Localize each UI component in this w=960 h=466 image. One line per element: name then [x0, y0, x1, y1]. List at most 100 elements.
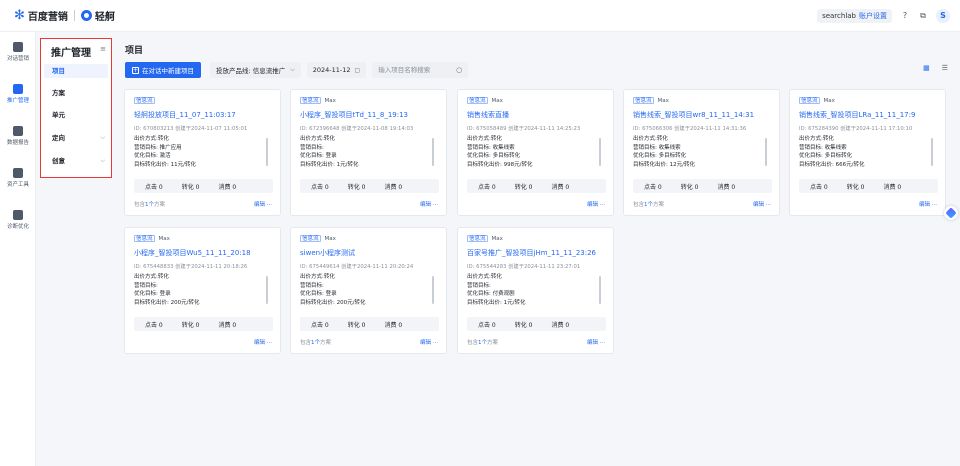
details-scrollbar[interactable] — [432, 276, 434, 304]
rail-item-data-report[interactable]: 数据报告 — [0, 126, 36, 146]
stat-cost: 消费 0 — [384, 321, 403, 329]
stat-clicks: 点击 0 — [810, 183, 828, 191]
project-title-link[interactable]: siwen小程序测试 — [300, 248, 355, 258]
details-scrollbar[interactable] — [765, 138, 767, 166]
card-tags: 信息流 Max — [633, 97, 669, 104]
optimization-goal: 优化目标: 多目标转化 — [467, 153, 521, 159]
avatar[interactable]: S — [936, 9, 950, 23]
rail-item-diagnosis[interactable]: 诊断优化 — [0, 210, 36, 230]
project-card[interactable]: 信息流 Max 小程序_智投项目tTd_11_8_19:13 ID: 67239… — [290, 89, 447, 216]
bid-method: 出价方式:转化 — [300, 136, 335, 142]
target-bid: 目标转化出价: 1元/转化 — [300, 161, 359, 168]
stat-clicks: 点击 0 — [311, 183, 329, 191]
feed-tag: 信息流 — [633, 97, 654, 104]
project-title-link[interactable]: 销售线索_智投项目wr8_11_11_14:31 — [633, 110, 754, 120]
chevron-down-icon: ⌵ — [100, 134, 105, 141]
list-view-icon[interactable]: ☰ — [942, 64, 948, 72]
shield-icon — [13, 210, 23, 220]
rail-item-asset-tools[interactable]: 资产工具 — [0, 168, 36, 188]
new-project-button[interactable]: + 在对话中新建项目 — [125, 62, 201, 78]
help-icon[interactable]: ? — [900, 11, 910, 21]
rail-item-chat-marketing[interactable]: 对话营销 — [0, 42, 36, 62]
search-icon[interactable]: ○ — [456, 66, 462, 74]
project-details: 出价方式:转化 营销目标: 收集线索 优化目标: 多目标转化 目标转化出价: 1… — [633, 135, 695, 169]
project-meta: ID: 672396648 创建于2024-11-08 19:14:03 — [300, 126, 414, 132]
subnav-item-project[interactable]: 项目 — [44, 64, 108, 78]
project-card[interactable]: 信息流 Max siwen小程序测试 ID: 675449614 创建于2024… — [290, 227, 447, 354]
edit-more-button[interactable]: 编辑 ··· — [919, 200, 937, 208]
plan-count-suffix: 方案 — [653, 202, 665, 208]
date-picker[interactable]: 2024-11-12 ▢ — [306, 62, 367, 78]
subnav-item-unit[interactable]: 单元 — [44, 108, 108, 122]
project-meta: ID: 675284390 创建于2024-11-11 17:10:10 — [799, 126, 913, 132]
chat-icon — [13, 42, 23, 52]
details-scrollbar[interactable] — [599, 138, 601, 166]
plan-count[interactable]: 包含1个方案 — [633, 200, 664, 208]
logo[interactable]: ✻ 百度营销 轻舸 — [14, 0, 115, 32]
edit-more-button[interactable]: 编辑 ··· — [587, 338, 605, 346]
card-tags: 信息流 Max — [799, 97, 835, 104]
edit-more-button[interactable]: 编辑 ··· — [254, 338, 272, 346]
subnav-item-targeting[interactable]: 定向 ⌵ — [44, 131, 108, 145]
card-stats: 点击 0 转化 0 消费 0 — [633, 179, 772, 193]
project-card[interactable]: 信息流 Max 销售线索_智投项目wr8_11_11_14:31 ID: 675… — [623, 89, 780, 216]
marketing-goal: 营销目标: 收集线索 — [467, 144, 515, 151]
subnav-label: 创意 — [52, 157, 65, 165]
assistant-float-icon[interactable] — [944, 206, 958, 220]
edit-more-button[interactable]: 编辑 ··· — [420, 200, 438, 208]
subnav-item-plan[interactable]: 方案 — [44, 86, 108, 100]
account-settings-link[interactable]: 账户设置 — [859, 11, 887, 21]
project-title-link[interactable]: 销售线索_智投项目LRa_11_11_17:9 — [799, 110, 915, 120]
project-title-link[interactable]: 百家号推广_智投项目jHm_11_11_23:26 — [467, 248, 596, 258]
details-scrollbar[interactable] — [266, 138, 268, 166]
project-meta: ID: 675066306 创建于2024-11-11 14:31:36 — [633, 126, 747, 132]
search-input[interactable] — [378, 66, 451, 74]
target-bid: 目标转化出价: 666元/转化 — [799, 161, 865, 168]
details-scrollbar[interactable] — [432, 138, 434, 166]
rail-label: 数据报告 — [6, 140, 29, 146]
product-line-select[interactable]: 投放产品线: 信息流推广 ⌵ — [210, 62, 301, 78]
subnav-label: 单元 — [52, 111, 65, 119]
switch-icon[interactable]: ⧉ — [918, 11, 928, 21]
project-meta: ID: 675544283 创建于2024-11-11 23:27:01 — [467, 264, 581, 270]
project-title-link[interactable]: 小程序_智投项目Wu5_11_11_20:18 — [134, 248, 251, 258]
rail-item-promotion-management[interactable]: 推广管理 — [0, 84, 36, 104]
details-scrollbar[interactable] — [266, 276, 268, 304]
card-stats: 点击 0 转化 0 消费 0 — [467, 179, 606, 193]
plan-count[interactable]: 包含1个方案 — [467, 338, 498, 346]
plan-count[interactable]: 包含1个方案 — [300, 338, 331, 346]
edit-more-button[interactable]: 编辑 ··· — [753, 200, 771, 208]
product-line-label: 投放产品线: — [216, 67, 251, 75]
max-badge: Max — [657, 97, 669, 104]
optimization-goal: 优化目标: 激活 — [134, 153, 171, 159]
plan-count[interactable]: 包含1个方案 — [134, 200, 165, 208]
edit-more-button[interactable]: 编辑 ··· — [420, 338, 438, 346]
subnav-item-creative[interactable]: 创意 ⌵ — [44, 154, 108, 168]
details-scrollbar[interactable] — [599, 276, 601, 304]
stat-cost: 消费 0 — [551, 183, 570, 191]
grid-view-icon[interactable]: ▦ — [923, 64, 930, 72]
collapse-icon[interactable]: ≡ — [100, 45, 106, 53]
marketing-goal: 营销目标: 收集线索 — [633, 144, 681, 151]
project-card[interactable]: 信息流 Max 销售线索直播 ID: 675058489 创建于2024-11-… — [457, 89, 614, 216]
project-card[interactable]: 信息流 Max 小程序_智投项目Wu5_11_11_20:18 ID: 6754… — [124, 227, 281, 354]
stat-conversions: 转化 0 — [680, 183, 699, 191]
bid-method: 出价方式:转化 — [134, 136, 169, 142]
project-card[interactable]: 信息流 Max 百家号推广_智投项目jHm_11_11_23:26 ID: 67… — [457, 227, 614, 354]
edit-more-button[interactable]: 编辑 ··· — [254, 200, 272, 208]
project-title-link[interactable]: 小程序_智投项目tTd_11_8_19:13 — [300, 110, 408, 120]
toolbox-icon — [13, 168, 23, 178]
edit-more-button[interactable]: 编辑 ··· — [587, 200, 605, 208]
rail-label: 资产工具 — [6, 182, 29, 188]
plan-count-value: 1个 — [311, 340, 321, 346]
project-title-link[interactable]: 轻舸投放项目_11_07_11:03:17 — [134, 110, 236, 120]
stat-cost: 消费 0 — [218, 183, 237, 191]
card-stats: 点击 0 转化 0 消费 0 — [799, 179, 938, 193]
stat-conversions: 转化 0 — [846, 183, 865, 191]
project-card[interactable]: 信息流 轻舸投放项目_11_07_11:03:17 ID: 670803213 … — [124, 89, 281, 216]
project-card[interactable]: 信息流 Max 销售线索_智投项目LRa_11_11_17:9 ID: 6752… — [789, 89, 946, 216]
project-title-link[interactable]: 销售线索直播 — [467, 110, 509, 120]
plan-count-value: 1个 — [145, 202, 155, 208]
details-scrollbar[interactable] — [931, 138, 933, 166]
subnav-label: 项目 — [52, 67, 65, 75]
